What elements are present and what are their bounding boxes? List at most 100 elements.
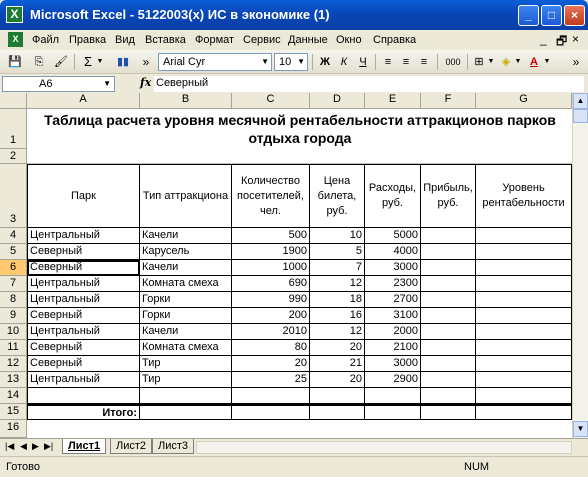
menu-data[interactable]: Данные — [288, 34, 328, 46]
table-cell[interactable] — [476, 308, 572, 324]
doc-minimize-button[interactable]: _ — [540, 32, 547, 46]
row-16-cells[interactable] — [27, 420, 572, 438]
bold-button[interactable]: Ж — [317, 53, 333, 71]
table-cell[interactable]: 18 — [310, 292, 365, 308]
scroll-down-icon[interactable]: ▼ — [573, 421, 588, 437]
close-button[interactable]: × — [564, 5, 585, 26]
table-cell[interactable] — [476, 324, 572, 340]
row-header-4[interactable]: 4 — [0, 228, 27, 244]
worksheet-grid[interactable]: A B C D E F G 1 2 3 4 5 6 7 8 9 10 11 12… — [0, 93, 588, 438]
table-cell[interactable]: 10 — [310, 228, 365, 244]
thousands-separator-button[interactable]: 000 — [442, 53, 464, 71]
table-cell[interactable]: 80 — [232, 340, 310, 356]
table-cell[interactable]: Северный — [27, 260, 140, 276]
vertical-scrollbar[interactable]: ▲ ▼ — [572, 93, 588, 438]
header-profitability[interactable]: Уровень рентабельности — [476, 164, 572, 228]
align-center-icon[interactable]: ≡ — [398, 53, 414, 71]
select-all-corner[interactable] — [0, 93, 27, 109]
table-cell[interactable]: 21 — [310, 356, 365, 372]
total-cell[interactable] — [232, 404, 310, 420]
last-sheet-icon[interactable]: ▶| — [44, 441, 53, 452]
horizontal-scrollbar[interactable] — [196, 441, 572, 454]
table-cell[interactable] — [421, 292, 476, 308]
table-cell[interactable] — [421, 356, 476, 372]
font-color-icon[interactable]: A — [526, 53, 542, 71]
row-header-9[interactable]: 9 — [0, 308, 27, 324]
borders-dropdown-icon[interactable]: ▼ — [487, 53, 495, 71]
table-cell[interactable] — [421, 244, 476, 260]
table-cell[interactable]: 3100 — [365, 308, 421, 324]
font-size-select[interactable]: 10 ▼ — [274, 53, 308, 71]
total-cell[interactable] — [365, 404, 421, 420]
row-header-2[interactable]: 2 — [0, 149, 27, 164]
menu-window[interactable]: Окно — [336, 34, 362, 46]
table-cell[interactable] — [476, 388, 572, 404]
align-left-icon[interactable]: ≡ — [380, 53, 396, 71]
table-cell[interactable]: 990 — [232, 292, 310, 308]
table-cell[interactable] — [476, 292, 572, 308]
row-header-8[interactable]: 8 — [0, 292, 27, 308]
table-cell[interactable]: 7 — [310, 260, 365, 276]
table-cell[interactable]: 20 — [232, 356, 310, 372]
tab-sheet3[interactable]: Лист3 — [152, 439, 195, 454]
table-cell[interactable]: Северный — [27, 340, 140, 356]
table-cell[interactable]: Карусель — [140, 244, 232, 260]
table-cell[interactable]: Центральный — [27, 324, 140, 340]
row-header-16[interactable]: 16 — [0, 420, 27, 438]
table-cell[interactable]: Качели — [140, 324, 232, 340]
table-cell[interactable] — [421, 308, 476, 324]
table-cell[interactable]: Центральный — [27, 292, 140, 308]
table-cell[interactable]: 20 — [310, 340, 365, 356]
table-cell[interactable] — [476, 372, 572, 388]
table-cell[interactable] — [421, 372, 476, 388]
menu-format[interactable]: Формат — [195, 34, 234, 46]
table-cell[interactable] — [476, 340, 572, 356]
table-cell[interactable]: 2300 — [365, 276, 421, 292]
table-cell[interactable]: Горки — [140, 308, 232, 324]
copy-icon[interactable]: ⎘ — [30, 53, 48, 71]
italic-button[interactable]: К — [336, 53, 352, 71]
table-cell[interactable]: 12 — [310, 276, 365, 292]
column-header-f[interactable]: F — [421, 93, 476, 109]
table-cell[interactable] — [421, 324, 476, 340]
column-header-g[interactable]: G — [476, 93, 572, 109]
row-header-14[interactable]: 14 — [0, 388, 27, 404]
table-cell[interactable] — [476, 228, 572, 244]
chart-icon[interactable]: ▮▮ — [114, 53, 132, 71]
save-icon[interactable]: 💾 — [6, 53, 24, 71]
column-header-c[interactable]: C — [232, 93, 310, 109]
menu-view[interactable]: Вид — [115, 34, 135, 46]
row-header-6[interactable]: 6 — [0, 260, 27, 276]
table-cell[interactable] — [140, 388, 232, 404]
header-ticket-price[interactable]: Цена билета, руб. — [310, 164, 365, 228]
align-right-icon[interactable]: ≡ — [416, 53, 432, 71]
table-cell[interactable]: Тир — [140, 356, 232, 372]
total-cell[interactable] — [421, 404, 476, 420]
prev-sheet-icon[interactable]: ◀ — [20, 441, 27, 452]
autosum-icon[interactable]: Σ — [80, 53, 96, 71]
table-cell[interactable]: 3000 — [365, 356, 421, 372]
table-cell[interactable] — [476, 244, 572, 260]
table-cell[interactable]: Комната смеха — [140, 276, 232, 292]
table-cell[interactable] — [421, 260, 476, 276]
row-header-10[interactable]: 10 — [0, 324, 27, 340]
table-cell[interactable]: Комната смеха — [140, 340, 232, 356]
table-cell[interactable] — [421, 228, 476, 244]
column-header-b[interactable]: B — [140, 93, 232, 109]
table-cell[interactable] — [476, 276, 572, 292]
row-2-cells[interactable] — [27, 149, 572, 164]
table-cell[interactable]: 2000 — [365, 324, 421, 340]
header-profit[interactable]: Прибыль, руб. — [421, 164, 476, 228]
table-cell[interactable]: Центральный — [27, 228, 140, 244]
excel-app-icon[interactable]: X — [6, 6, 23, 23]
header-expenses[interactable]: Расходы, руб. — [365, 164, 421, 228]
toolbar-options-icon[interactable]: » — [140, 53, 152, 71]
underline-button[interactable]: Ч — [355, 53, 371, 71]
next-sheet-icon[interactable]: ▶ — [32, 441, 39, 452]
total-cell[interactable] — [310, 404, 365, 420]
font-name-select[interactable]: Arial Cyr ▼ — [158, 53, 272, 71]
table-cell[interactable] — [476, 356, 572, 372]
table-cell[interactable]: 1000 — [232, 260, 310, 276]
table-cell[interactable]: Центральный — [27, 276, 140, 292]
table-cell[interactable] — [365, 388, 421, 404]
